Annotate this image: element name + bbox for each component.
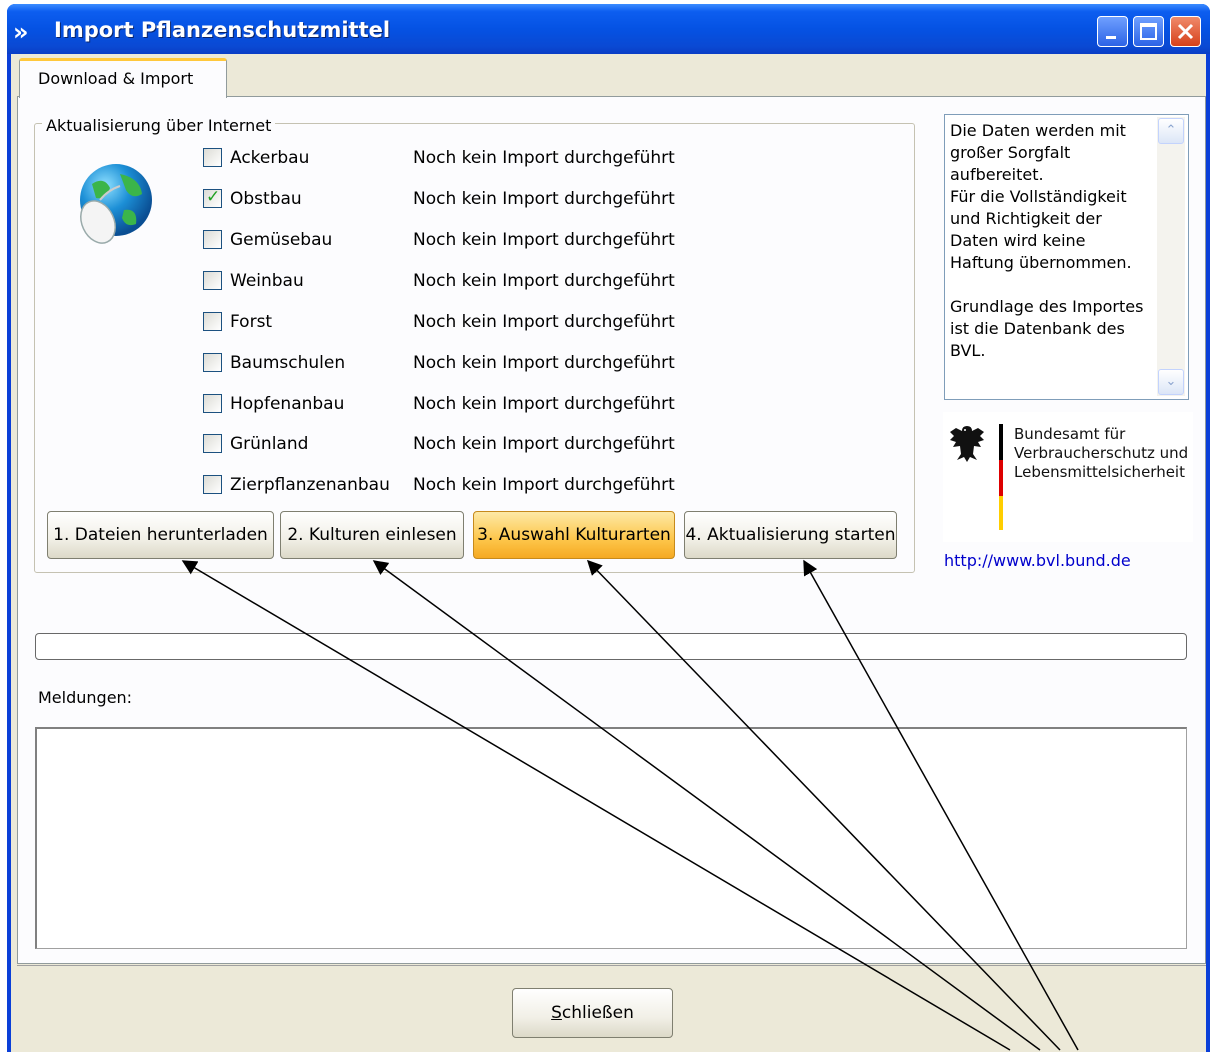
messages-textbox[interactable]: [35, 727, 1187, 949]
close-window-button[interactable]: [1170, 16, 1201, 47]
checkbox-gemuesebau[interactable]: [203, 230, 222, 249]
status-gemuesebau: Noch kein Import durchgeführt: [413, 230, 675, 250]
progress-bar: [35, 633, 1187, 660]
label-gruenland[interactable]: Grünland: [230, 434, 308, 454]
label-weinbau[interactable]: Weinbau: [230, 271, 304, 291]
checkbox-gruenland[interactable]: [203, 434, 222, 453]
separator: [17, 965, 1206, 966]
flag-stripe-black: [999, 424, 1003, 460]
label-forst[interactable]: Forst: [230, 312, 272, 332]
minimize-button[interactable]: [1097, 16, 1128, 47]
close-dialog-button[interactable]: Schließen: [512, 988, 673, 1038]
federal-eagle-icon: [950, 426, 984, 462]
groupbox-title: Aktualisierung über Internet: [42, 116, 276, 135]
checkmark-icon: ✓: [206, 187, 221, 207]
download-files-button[interactable]: 1. Dateien herunterladen: [47, 511, 274, 559]
maximize-icon: [1140, 23, 1157, 40]
info-text: Die Daten werden mit großer Sorgfalt auf…: [950, 121, 1144, 360]
maximize-button[interactable]: [1133, 16, 1164, 47]
bvl-link[interactable]: http://www.bvl.bund.de: [944, 551, 1131, 570]
flag-stripe-red: [999, 460, 1003, 496]
read-cultures-button[interactable]: 2. Kulturen einlesen: [280, 511, 464, 559]
app-icon: »: [13, 18, 29, 46]
status-gruenland: Noch kein Import durchgeführt: [413, 434, 675, 454]
messages-label: Meldungen:: [38, 688, 133, 707]
bvl-name: Bundesamt für Verbraucherschutz und Lebe…: [1014, 425, 1189, 481]
scroll-up-icon[interactable]: ⌃: [1158, 118, 1184, 144]
start-update-button[interactable]: 4. Aktualisierung starten: [684, 511, 897, 559]
status-forst: Noch kein Import durchgeführt: [413, 312, 675, 332]
checkbox-baumschulen[interactable]: [203, 353, 222, 372]
window-title: Import Pflanzenschutzmittel: [54, 18, 391, 42]
status-baumschulen: Noch kein Import durchgeführt: [413, 353, 675, 373]
checkbox-weinbau[interactable]: [203, 271, 222, 290]
close-label: chließen: [561, 1003, 634, 1023]
checkbox-hopfenanbau[interactable]: [203, 394, 222, 413]
tab-label[interactable]: Download & Import: [38, 69, 193, 88]
checkbox-forst[interactable]: [203, 312, 222, 331]
label-hopfenanbau[interactable]: Hopfenanbau: [230, 394, 344, 414]
globe-mouse-icon: [80, 164, 152, 244]
status-weinbau: Noch kein Import durchgeführt: [413, 271, 675, 291]
minimize-icon: [1106, 36, 1116, 39]
checkbox-obstbau[interactable]: ✓: [203, 187, 222, 208]
label-zierpflanzenanbau[interactable]: Zierpflanzenanbau: [230, 475, 390, 495]
checkbox-ackerbau[interactable]: [203, 148, 222, 167]
select-crop-types-button[interactable]: 3. Auswahl Kulturarten: [473, 511, 675, 559]
flag-stripe-gold: [999, 496, 1003, 530]
label-obstbau[interactable]: Obstbau: [230, 189, 302, 209]
status-ackerbau: Noch kein Import durchgeführt: [413, 148, 675, 168]
label-gemuesebau[interactable]: Gemüsebau: [230, 230, 332, 250]
status-hopfenanbau: Noch kein Import durchgeführt: [413, 394, 675, 414]
checkbox-zierpflanzenanbau[interactable]: [203, 475, 222, 494]
scroll-down-icon[interactable]: ⌄: [1158, 369, 1184, 395]
status-obstbau: Noch kein Import durchgeführt: [413, 189, 675, 209]
info-scrollbar[interactable]: [1157, 117, 1185, 396]
close-accelerator: S: [551, 1003, 562, 1023]
label-baumschulen[interactable]: Baumschulen: [230, 353, 345, 373]
status-zierpflanzenanbau: Noch kein Import durchgeführt: [413, 475, 675, 495]
label-ackerbau[interactable]: Ackerbau: [230, 148, 309, 168]
close-icon: [1177, 23, 1194, 40]
